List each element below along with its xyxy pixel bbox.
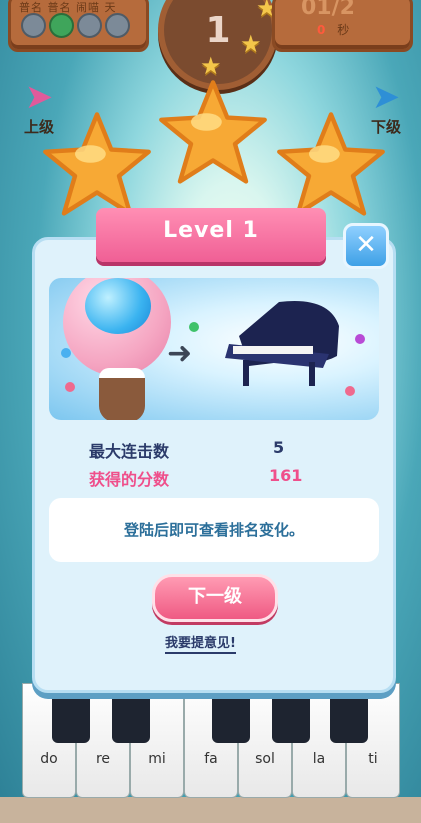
- player-names-panel: 普名 普名 闹喵 天: [8, 0, 149, 52]
- bead: [61, 348, 71, 358]
- timer-unit: 秒: [337, 23, 350, 37]
- star-icon: [42, 110, 152, 220]
- bead: [355, 334, 365, 344]
- timer: 0 秒: [317, 21, 349, 38]
- dialog-title: Level 1: [163, 218, 259, 243]
- bottom-bar: [0, 797, 421, 823]
- player-slot: [77, 13, 102, 38]
- progress-panel: 01/2 0 秒: [272, 0, 413, 52]
- bead: [65, 382, 75, 392]
- player-slot: [105, 13, 130, 38]
- progress-count: 01/2: [301, 0, 355, 20]
- login-message: 登陆后即可查看排名变化。: [49, 498, 379, 562]
- basket-image: [99, 368, 145, 420]
- character-image: [85, 278, 151, 334]
- level-ribbon: Level 1: [96, 208, 326, 262]
- arrow-right-icon: ➜: [167, 336, 193, 371]
- star-icon: ★: [240, 30, 262, 58]
- bead: [345, 386, 355, 396]
- feedback-link[interactable]: 我要提意见!: [165, 632, 236, 654]
- grand-piano-image: [225, 301, 339, 386]
- bead: [189, 322, 199, 332]
- score-value: 161: [269, 466, 303, 485]
- star-icon: [158, 78, 268, 188]
- reward-illustration: ➜: [49, 278, 379, 420]
- score-label: 获得的分数: [89, 470, 170, 489]
- result-dialog: ➜ 最大连击数 5 获得的分数 161 登陆后即可查看排名变化。 下一级 我要提…: [32, 237, 396, 693]
- player-slot: [21, 13, 46, 38]
- star-icon: [276, 110, 386, 220]
- max-combo-label: 最大连击数: [89, 442, 170, 461]
- star-icon: ★: [200, 52, 222, 80]
- timer-value: 0: [317, 23, 326, 37]
- close-icon: ✕: [355, 230, 377, 260]
- next-level-button[interactable]: 下一级: [152, 574, 278, 622]
- player-slot-active: [49, 13, 74, 38]
- close-button[interactable]: ✕: [343, 223, 389, 269]
- max-combo-value: 5: [273, 438, 285, 457]
